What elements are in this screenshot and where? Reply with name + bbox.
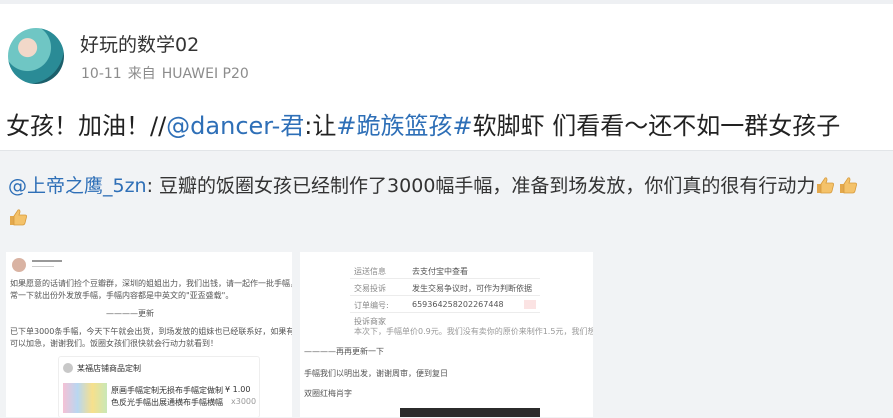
mention-link[interactable]: @dancer-君 — [166, 112, 304, 140]
card-text-2: 色反光手幅出展通横布手幅横幅 — [111, 398, 223, 407]
thumbs-up-icon — [10, 209, 27, 226]
attached-image-1[interactable]: 如果愿意的话请们捡个豆瓣群，深圳的姐姐出力，我们出钱，请一起作一批手幅，深圳的姐… — [6, 252, 292, 417]
img1-line-1: 如果愿意的话请们捡个豆瓣群，深圳的姐姐出力，我们出钱，请一起作一批手幅，深圳的姐… — [10, 279, 292, 288]
user-avatar[interactable] — [8, 28, 64, 84]
repost-body: : 豆瓣的饭圈女孩已经制作了3000幅手幅，准备到场发放，你们真的很有行动力 — [146, 175, 816, 197]
thumbs-up-icon — [840, 177, 858, 194]
shop-icon — [63, 363, 73, 373]
repost-text: @上帝之鹰_5zn: 豆瓣的饭圈女孩已经制作了3000幅手幅，准备到场发放，你们… — [8, 170, 884, 234]
hashtag-link[interactable]: #跪族篮孩# — [336, 112, 472, 140]
copy-tag — [524, 300, 536, 309]
thumbs-up-icon — [817, 177, 835, 194]
img1-line-5: 可以加急，谢谢我们。饭圈女孩们很快就会行动力就看到！ — [10, 339, 218, 348]
row-3-label: 订单编号: — [354, 301, 389, 310]
product-thumbnail — [63, 383, 107, 413]
row-2-value: 发生交易争议时，可作为判断依据 — [412, 284, 532, 293]
img1-line-3: ————更新 — [106, 309, 154, 318]
card-qty: x3000 — [231, 397, 257, 406]
card-title: 某福店铺商品定制 — [77, 364, 141, 373]
post-meta: 10-11 来自 HUAWEI P20 — [81, 63, 255, 83]
post-date[interactable]: 10-11 — [81, 66, 122, 82]
card-text: 原画手幅定制无损布手幅定做制 — [111, 386, 223, 395]
row-1-value: 去支付宝中查看 — [412, 267, 468, 276]
img1-line-2: 常一下就出份外发放手幅，手幅内容都是中英文的"亚盃盛载"。 — [10, 291, 234, 300]
row-divider — [350, 312, 540, 313]
username[interactable]: 好玩的数学02 — [80, 30, 199, 57]
order-note: 本次下，手幅单价0.9元。我们没有卖你的原价来制作1.5元，我们想让你把制作了3… — [354, 327, 593, 336]
top-divider — [0, 0, 893, 4]
img1-line-4: 已下单3000条手幅，今天下午就会出货，到场发放的姐妹也已经联系好，如果有还想要… — [10, 327, 292, 336]
row-2-label: 交易投诉 — [354, 284, 386, 293]
mini-avatar — [12, 258, 26, 272]
row-1-label: 运送信息 — [354, 267, 386, 276]
attached-image-2[interactable]: 运送信息 去支付宝中查看 交易投诉 发生交易争议时，可作为判断依据 订单编号: … — [300, 252, 593, 417]
row-3-value: 659364258202267448 — [412, 300, 504, 309]
img2-line-1: 手幅我们以明出发，谢谢周审，便到复日 — [304, 369, 448, 378]
repost-author-link[interactable]: @上帝之鹰_5zn — [8, 175, 147, 197]
post-text-mid: :让 — [304, 112, 337, 140]
update-heading: ————再再更新一下 — [304, 347, 384, 356]
post-text-before: 女孩！加油！// — [6, 112, 167, 140]
device-source[interactable]: HUAWEI P20 — [162, 66, 249, 82]
mini-meta — [32, 266, 54, 267]
mini-name — [32, 260, 62, 262]
post-text-after: 软脚虾 们看看～还不如一群女孩子 — [472, 112, 841, 140]
row-divider — [350, 295, 540, 296]
product-card: 某福店铺商品定制 原画手幅定制无损布手幅定做制 色反光手幅出展通横布手幅横幅 ¥… — [58, 356, 260, 417]
post-text: 女孩！加油！//@dancer-君:让#跪族篮孩#软脚虾 们看看～还不如一群女孩… — [6, 106, 840, 141]
row-divider — [350, 278, 540, 279]
card-price: ¥ 1.00 — [225, 385, 251, 394]
img2-line-2: 双圈红梅肖字 — [304, 389, 352, 398]
banner-preview — [400, 408, 540, 417]
source-prefix: 来自 — [127, 66, 156, 82]
